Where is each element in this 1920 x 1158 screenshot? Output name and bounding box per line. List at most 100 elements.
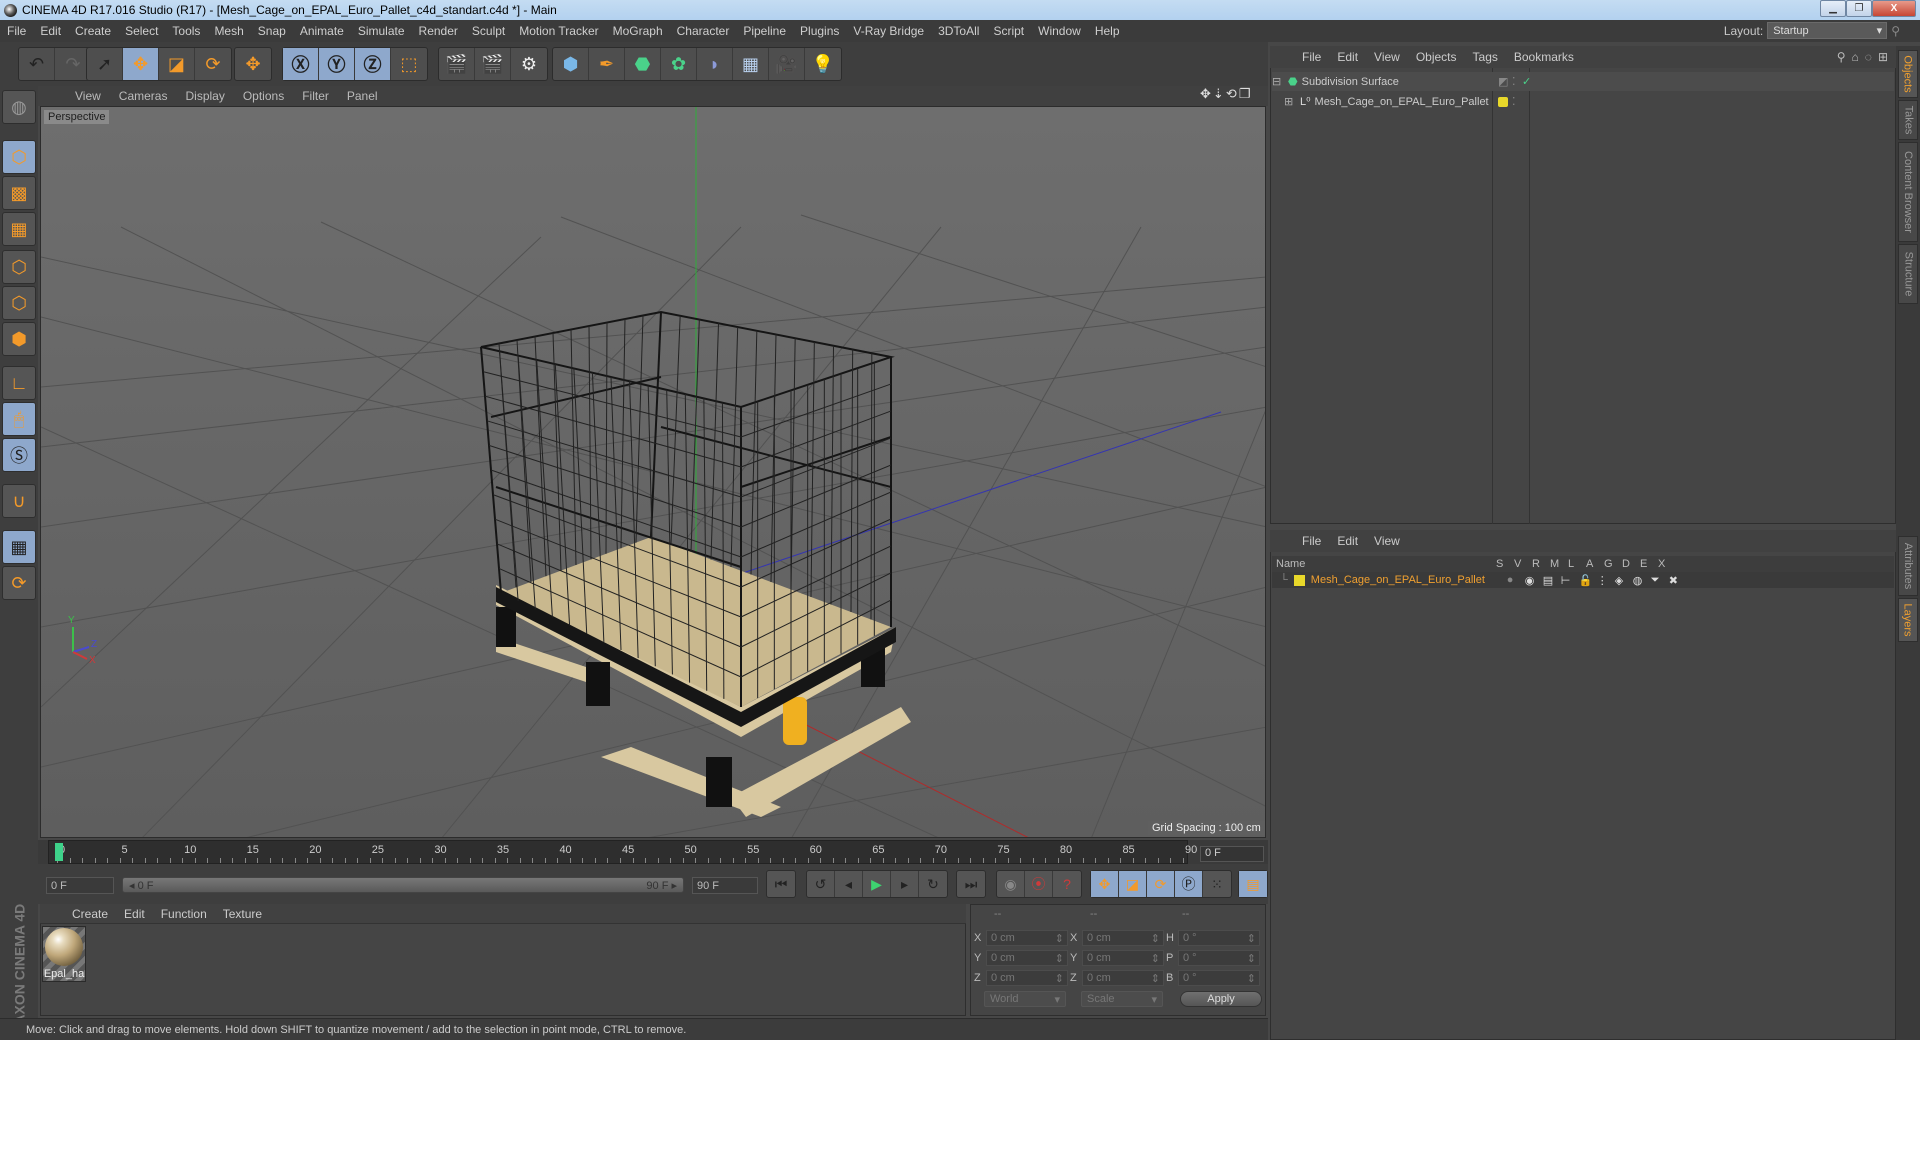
key-position-icon[interactable]: ✥ — [1091, 871, 1119, 897]
motion-record-icon[interactable]: ◉ — [997, 871, 1025, 897]
column-solo[interactable]: S — [1496, 558, 1514, 570]
go-to-end-icon[interactable]: ⏭ — [957, 871, 985, 897]
floor-icon[interactable]: ▦ — [733, 48, 769, 80]
menu-edit[interactable]: Edit — [33, 24, 68, 38]
generators-toggle-icon[interactable]: ◈ — [1615, 574, 1633, 587]
keyframe-help-icon[interactable]: ? — [1053, 871, 1081, 897]
viewport-menu-options[interactable]: Options — [234, 89, 293, 103]
menu-motion-tracker[interactable]: Motion Tracker — [512, 24, 605, 38]
render-picture-viewer-icon[interactable]: 🎬 — [475, 48, 511, 80]
column-deformers[interactable]: D — [1622, 558, 1640, 570]
render-toggle-icon[interactable]: ▤ — [1543, 574, 1561, 587]
tab-content-browser[interactable]: Content Browser — [1898, 142, 1918, 242]
column-animation[interactable]: A — [1586, 558, 1604, 570]
snap-icon[interactable]: ∪ — [2, 484, 36, 518]
tab-takes[interactable]: Takes — [1898, 100, 1918, 140]
rotation-p-field[interactable]: 0 ° ⇕ — [1178, 950, 1260, 966]
eye-icon[interactable]: ◌ — [1865, 50, 1872, 64]
camera-label[interactable]: Perspective — [44, 110, 110, 124]
playhead[interactable] — [55, 843, 63, 861]
menu-simulate[interactable]: Simulate — [351, 24, 412, 38]
home-icon[interactable]: ⌂ — [1852, 50, 1859, 64]
restore-button[interactable]: ❐ — [1846, 0, 1872, 17]
menu-snap[interactable]: Snap — [251, 24, 293, 38]
make-editable-icon[interactable]: ◍ — [2, 90, 36, 124]
cloner-icon[interactable]: ✿ — [661, 48, 697, 80]
world-coords-icon[interactable]: ⬚ — [391, 48, 427, 80]
tab-layers[interactable]: Layers — [1898, 598, 1918, 642]
position-y-field[interactable]: 0 cm ⇕ — [986, 950, 1068, 966]
material-menu-texture[interactable]: Texture — [215, 907, 270, 921]
timeline-icon[interactable]: ▤ — [1239, 871, 1267, 897]
menu-character[interactable]: Character — [670, 24, 737, 38]
menu-mesh[interactable]: Mesh — [207, 24, 250, 38]
texture-mode-icon[interactable]: ▩ — [2, 176, 36, 210]
expand-icon[interactable]: ⊞ — [1284, 95, 1296, 108]
xrefs-toggle-icon[interactable]: ✖ — [1669, 574, 1687, 587]
zoom-view-icon[interactable]: ⇣ — [1213, 86, 1224, 102]
column-name[interactable]: Name — [1272, 558, 1496, 570]
column-manager[interactable]: M — [1550, 558, 1568, 570]
timeline-ruler[interactable]: 051015202530354045505560657075808590 — [48, 840, 1197, 864]
y-axis-icon[interactable]: Ⓨ — [319, 48, 355, 80]
column-generators[interactable]: G — [1604, 558, 1622, 570]
size-x-field[interactable]: 0 cm ⇕ — [1082, 930, 1164, 946]
objects-menu-bookmarks[interactable]: Bookmarks — [1506, 50, 1582, 64]
render-dots-icon[interactable]: ⁚ — [1512, 75, 1516, 88]
menu-script[interactable]: Script — [986, 24, 1031, 38]
end-frame-field[interactable]: 90 F — [692, 877, 758, 894]
render-settings-icon[interactable]: ⚙ — [511, 48, 547, 80]
column-xrefs[interactable]: X — [1658, 558, 1676, 570]
material-menu-edit[interactable]: Edit — [116, 907, 153, 921]
menu-help[interactable]: Help — [1088, 24, 1127, 38]
objects-menu-file[interactable]: File — [1294, 50, 1329, 64]
manager-toggle-icon[interactable]: ⊢ — [1561, 574, 1579, 587]
rotation-b-field[interactable]: 0 ° ⇕ — [1178, 970, 1260, 986]
frame-range-slider[interactable]: ◂ 0 F 90 F ▸ — [122, 877, 684, 893]
deformer-icon[interactable]: ◗ — [697, 48, 733, 80]
search-icon[interactable]: ⚲ — [1891, 24, 1900, 38]
close-button[interactable]: X — [1872, 0, 1916, 17]
coordinate-space-dropdown[interactable]: World ▾ — [984, 991, 1066, 1007]
menu-animate[interactable]: Animate — [293, 24, 351, 38]
maximize-view-icon[interactable]: ❐ — [1239, 86, 1251, 102]
model-mode-icon[interactable]: ⬡ — [2, 140, 36, 174]
rotate-icon[interactable]: ⟳ — [195, 48, 231, 80]
autokey-icon[interactable]: ⦿ — [1025, 871, 1053, 897]
material-menu-function[interactable]: Function — [153, 907, 215, 921]
key-param-icon[interactable]: Ⓟ — [1175, 871, 1203, 897]
menu-render[interactable]: Render — [412, 24, 465, 38]
undo-icon[interactable]: ↶ — [19, 48, 55, 80]
animation-toggle-icon[interactable]: ⋮ — [1597, 574, 1615, 587]
menu-window[interactable]: Window — [1031, 24, 1088, 38]
material-menu-create[interactable]: Create — [64, 907, 116, 921]
lock-workplane-icon[interactable]: ▦ — [2, 530, 36, 564]
layers-menu-file[interactable]: File — [1294, 534, 1329, 548]
workplane-icon[interactable]: ▦ — [2, 212, 36, 246]
solo-icon[interactable]: Ⓢ — [2, 438, 36, 472]
layers-menu-view[interactable]: View — [1366, 534, 1408, 548]
object-row-mesh[interactable]: ⊞ L⁰ Mesh_Cage_on_EPAL_Euro_Pallet ⁚ — [1272, 92, 1894, 111]
new-view-icon[interactable]: ⊞ — [1878, 50, 1888, 64]
cube-icon[interactable]: ⬢ — [553, 48, 589, 80]
coordinate-mode-dropdown[interactable]: Scale ▾ — [1081, 991, 1163, 1007]
subdivision-icon[interactable]: ⬣ — [625, 48, 661, 80]
select-pointer-icon[interactable]: ➚ — [87, 48, 123, 80]
view-toggle-icon[interactable]: ◉ — [1525, 574, 1543, 587]
expressions-toggle-icon[interactable]: ⏷ — [1651, 574, 1669, 587]
light-icon[interactable]: 💡 — [805, 48, 841, 80]
menu-plugins[interactable]: Plugins — [793, 24, 846, 38]
layer-color-swatch[interactable] — [1293, 574, 1305, 586]
current-frame-field[interactable]: 0 F — [1200, 846, 1264, 862]
go-to-start-icon[interactable]: ⏮ — [767, 871, 795, 897]
column-view[interactable]: V — [1514, 558, 1532, 570]
play-icon[interactable]: ▶ — [863, 871, 891, 897]
prev-key-icon[interactable]: ↺ — [807, 871, 835, 897]
minimize-button[interactable]: ▁ — [1820, 0, 1846, 17]
scale-icon[interactable]: ◪ — [159, 48, 195, 80]
start-frame-field[interactable]: 0 F — [46, 877, 114, 894]
points-mode-icon[interactable]: ⬡ — [2, 250, 36, 284]
layer-row[interactable]: └ Mesh_Cage_on_EPAL_Euro_Pallet ● ◉ ▤ ⊢ … — [1272, 572, 1894, 588]
visibility-toggle-icon[interactable]: ◩ — [1498, 75, 1508, 88]
move-view-icon[interactable]: ✥ — [1200, 86, 1211, 102]
